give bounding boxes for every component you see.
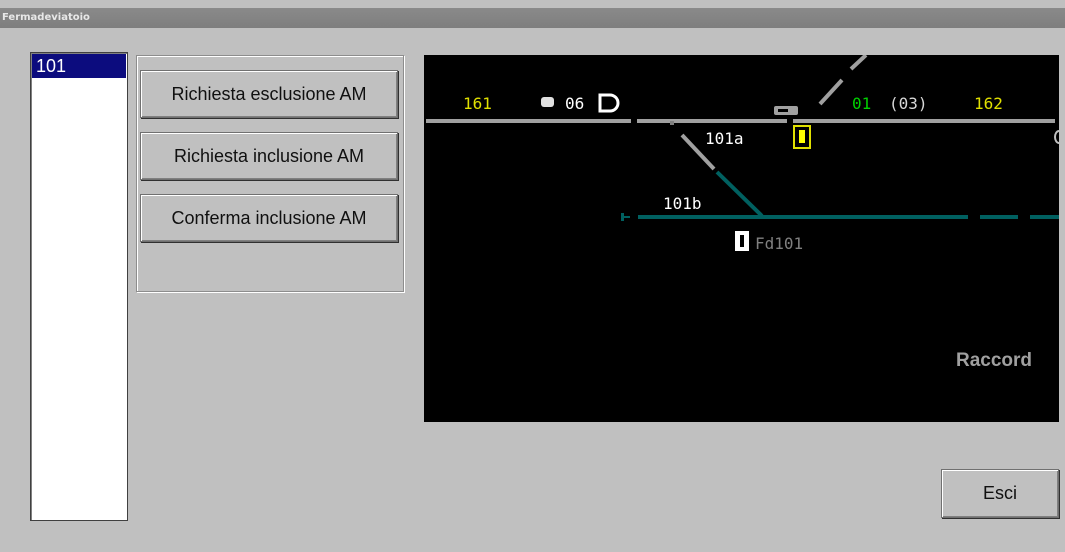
exit-button[interactable]: Esci	[941, 469, 1059, 518]
label-06: 06	[565, 94, 584, 113]
schematic-svg: 161 06 01 (03) 162 101a 101b Fd101 Racco…	[426, 55, 1059, 371]
signal-d-icon	[598, 93, 620, 113]
label-03: (03)	[889, 94, 928, 113]
track-lower-right	[1030, 215, 1059, 219]
switch-list[interactable]: 101	[30, 52, 128, 521]
lock-fd101-icon-inner	[740, 235, 744, 247]
label-101b: 101b	[663, 194, 702, 213]
track-device-icon-inner	[778, 109, 788, 112]
track-segment-upper-mid	[637, 119, 787, 123]
track-lower-main	[638, 215, 968, 219]
label-101a: 101a	[705, 129, 744, 148]
track-stub	[670, 121, 674, 125]
label-01: 01	[852, 94, 871, 113]
label-162: 162	[974, 94, 1003, 113]
confirm-inclusion-button[interactable]: Conferma inclusione AM	[140, 194, 398, 242]
track-lower-endcap	[621, 213, 624, 221]
request-inclusion-button[interactable]: Richiesta inclusione AM	[140, 132, 398, 180]
track-segment-upper-right	[793, 119, 1055, 123]
list-item-selected[interactable]: 101	[32, 54, 126, 78]
label-raccord: Raccord	[956, 350, 1032, 371]
track-schematic: 161 06 01 (03) 162 101a 101b Fd101 Racco…	[424, 55, 1059, 422]
crossover-upper-dash1	[818, 78, 844, 106]
track-lower-endcap-link	[624, 216, 630, 218]
label-161: 161	[463, 94, 492, 113]
track-segment-upper-left	[426, 119, 631, 123]
label-fd101: Fd101	[755, 234, 803, 253]
crossover-upper-dash2	[849, 55, 868, 71]
signal-06-icon	[541, 97, 554, 107]
lock-yellow-icon-body	[799, 130, 805, 143]
window-title: Fermadeviatoio	[2, 12, 90, 23]
track-lower-dash	[980, 215, 1018, 219]
edge-marker-icon	[1054, 130, 1059, 144]
window-titlebar: Fermadeviatoio	[0, 8, 1065, 28]
switch-101b-branch	[715, 170, 764, 218]
request-exclusion-button[interactable]: Richiesta esclusione AM	[140, 70, 398, 118]
